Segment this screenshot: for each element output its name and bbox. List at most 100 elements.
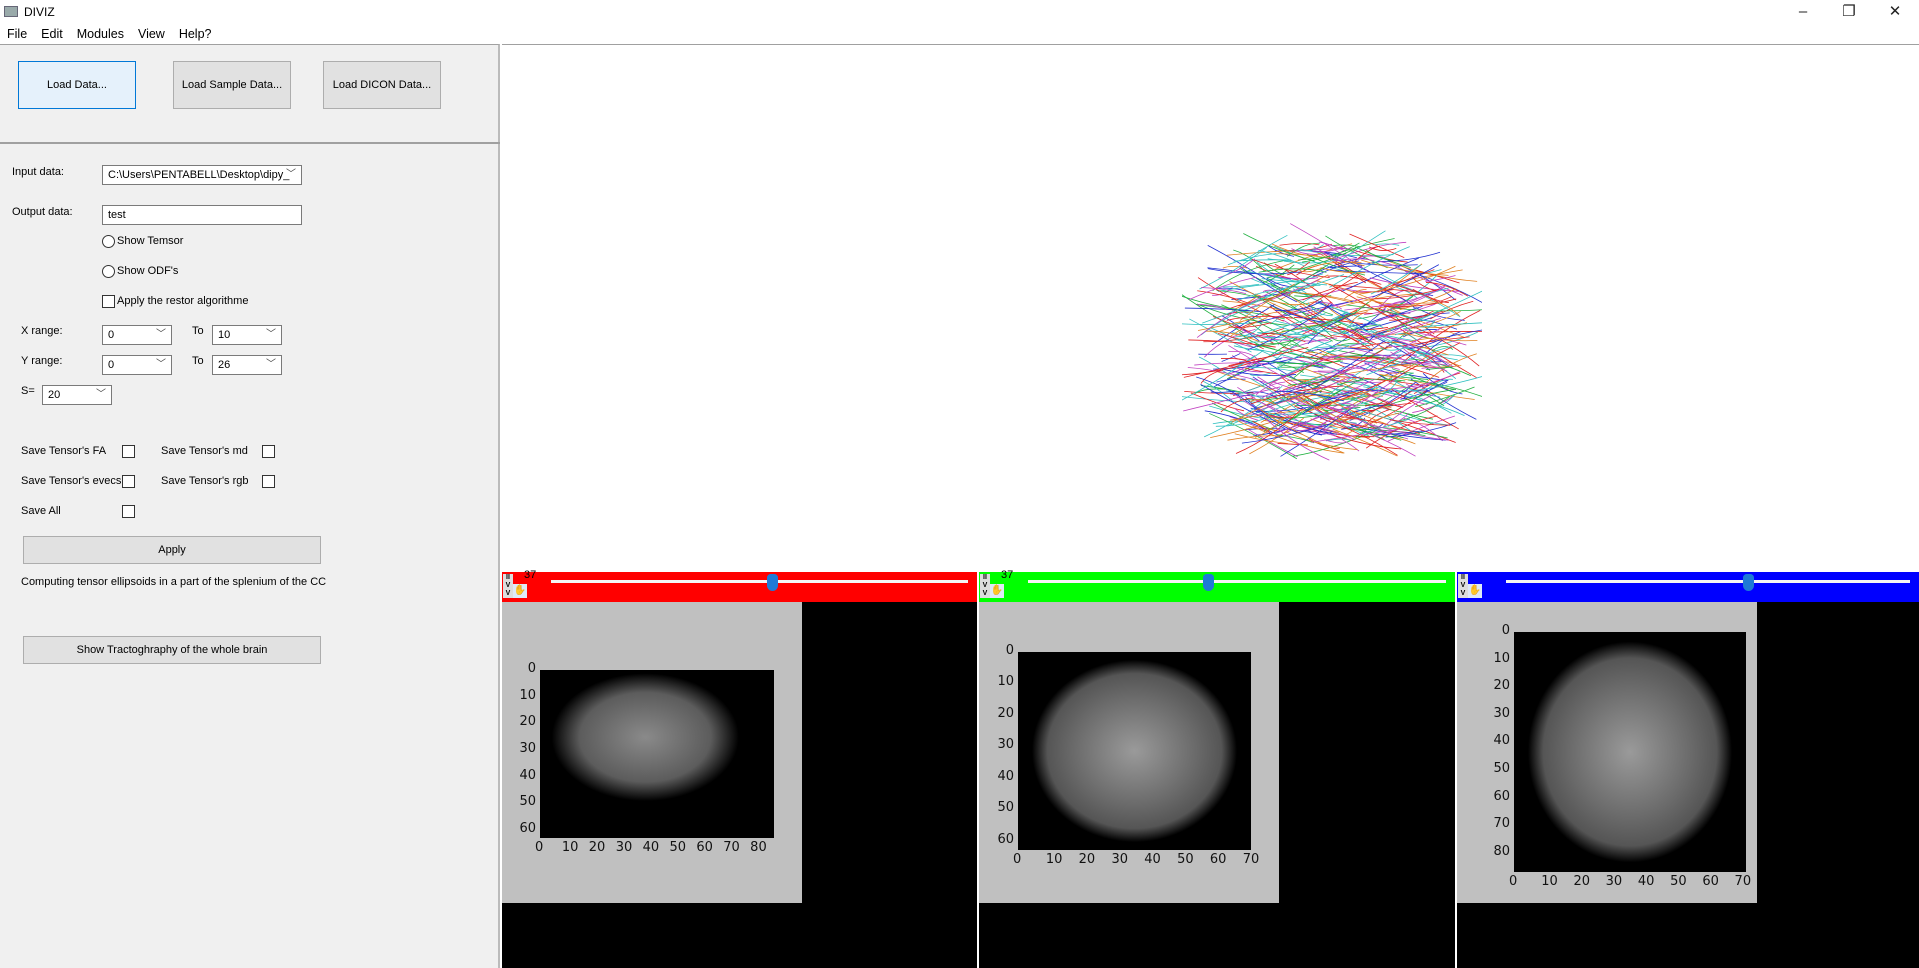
output-data-input[interactable]: test (102, 205, 302, 225)
hand-tool-icon[interactable]: ✋ (513, 584, 527, 598)
s-value: 20 (48, 389, 61, 401)
y-tick-label: 20 (997, 705, 1014, 721)
restor-checkbox[interactable] (102, 295, 115, 308)
x-to-value: 10 (218, 329, 231, 341)
show-odf-radio[interactable] (102, 265, 115, 278)
slider-thumb[interactable] (1743, 574, 1755, 591)
save-md-label: Save Tensor's md (161, 445, 248, 457)
x-tick-label: 60 (696, 840, 713, 855)
input-data-combo[interactable]: C:\Users\PENTABELL\Desktop\dipy_ ﹀ (102, 165, 302, 185)
y-tick-label: 30 (997, 737, 1014, 753)
save-all-label: Save All (21, 505, 61, 517)
hand-tool-icon[interactable]: ✋ (1468, 584, 1482, 598)
toggle-icon[interactable]: II V V (503, 574, 513, 598)
x-tick-label: 30 (615, 840, 633, 855)
x-tick-label: 50 (669, 840, 687, 855)
x-tick-label: 40 (1144, 852, 1161, 867)
y-tick-label: 70 (1493, 816, 1510, 832)
minimize-button[interactable]: – (1780, 0, 1826, 22)
save-evecs-label: Save Tensor's evecs (21, 475, 122, 487)
x-tick-label: 10 (1045, 852, 1063, 867)
fiber (1290, 343, 1315, 354)
menu-modules[interactable]: Modules (70, 24, 131, 44)
window-title: DIVIZ (24, 5, 55, 19)
y-tick-label: 60 (519, 821, 536, 836)
load-sample-data-button[interactable]: Load Sample Data... (173, 61, 291, 109)
apply-button[interactable]: Apply (23, 536, 321, 564)
x-to-combo[interactable]: 10 ﹀ (212, 325, 282, 345)
x-tick-label: 20 (588, 840, 606, 855)
menu-view[interactable]: View (131, 24, 172, 44)
x-from-combo[interactable]: 0 ﹀ (102, 325, 172, 345)
slice-value: 37 (1001, 569, 1014, 581)
y-to-combo[interactable]: 26 ﹀ (212, 355, 282, 375)
slice-slider[interactable] (1506, 580, 1910, 583)
output-data-label: Output data: (12, 206, 73, 218)
x-tick-label: 50 (1177, 852, 1194, 867)
x-to-label: To (192, 325, 204, 337)
slice-slider[interactable] (551, 580, 968, 583)
load-data-button[interactable]: Load Data... (18, 61, 136, 109)
y-tick-label: 60 (997, 831, 1014, 847)
chevron-down-icon: ﹀ (266, 359, 276, 370)
show-tractography-button[interactable]: Show Tractoghraphy of the whole brain (23, 636, 321, 664)
x-tick-label: 10 (1541, 874, 1558, 889)
save-rgb-label: Save Tensor's rgb (161, 475, 249, 487)
x-tick-label: 10 (561, 840, 579, 855)
fiber (1235, 362, 1308, 396)
restore-button[interactable]: ❐ (1826, 0, 1872, 22)
hand-tool-icon[interactable]: ✋ (990, 584, 1004, 598)
fiber (1399, 328, 1477, 379)
save-all-checkbox[interactable] (122, 505, 135, 518)
x-tick-label: 20 (1573, 874, 1590, 889)
y-from-combo[interactable]: 0 ﹀ (102, 355, 172, 375)
menu-file[interactable]: File (0, 24, 34, 44)
x-tick-label: 0 (1013, 852, 1022, 867)
toggle-icon[interactable]: II V V (980, 574, 990, 598)
y-from-value: 0 (108, 359, 115, 371)
toggle-icon[interactable]: II V V (1458, 574, 1468, 598)
fiber (1277, 443, 1308, 446)
chevron-down-icon: ﹀ (266, 329, 276, 340)
menu-help[interactable]: Help? (172, 24, 219, 44)
x-tick-label: 0 (1509, 874, 1518, 889)
s-label: S= (21, 385, 35, 397)
save-rgb-checkbox[interactable] (262, 475, 275, 488)
status-text: Computing tensor ellipsoids in a part of… (21, 576, 327, 588)
slice-slider[interactable] (1028, 580, 1446, 583)
3d-view[interactable] (502, 44, 1919, 570)
y-tick-label: 30 (1493, 705, 1510, 721)
x-tick-label: 40 (642, 840, 660, 855)
slider-thumb[interactable] (1202, 574, 1214, 591)
chevron-down-icon: ﹀ (156, 329, 166, 340)
x-from-value: 0 (108, 329, 115, 341)
save-fa-label: Save Tensor's FA (21, 445, 107, 457)
tractography-render (1182, 223, 1482, 461)
slice-bar: II V V ✋ (1457, 572, 1919, 602)
divider (0, 142, 500, 144)
y-tick-label: 10 (519, 687, 536, 703)
x-tick-label: 50 (1670, 874, 1687, 889)
y-tick-label: 0 (527, 661, 536, 676)
save-md-checkbox[interactable] (262, 445, 275, 458)
close-button[interactable]: ✕ (1872, 0, 1918, 22)
x-tick-label: 0 (535, 840, 544, 855)
menu-edit[interactable]: Edit (34, 24, 70, 44)
show-tensor-radio[interactable] (102, 235, 115, 248)
save-fa-checkbox[interactable] (122, 445, 135, 458)
y-tick-label: 10 (997, 674, 1014, 690)
save-evecs-checkbox[interactable] (122, 475, 135, 488)
fiber (1387, 260, 1478, 282)
s-combo[interactable]: 20 ﹀ (42, 385, 112, 405)
show-odf-label: Show ODF's (117, 265, 179, 277)
menu-bar: File Edit Modules View Help? (0, 24, 500, 44)
chevron-down-icon: ﹀ (286, 169, 296, 180)
x-tick-label: 30 (1111, 852, 1128, 867)
load-dicom-data-button[interactable]: Load DICON Data... (323, 61, 441, 109)
x-tick-label: 60 (1702, 874, 1719, 889)
x-tick-label: 60 (1209, 852, 1227, 867)
slice-image (1514, 632, 1746, 872)
slider-thumb[interactable] (767, 574, 778, 591)
y-tick-label: 20 (519, 714, 536, 730)
app-icon (4, 6, 18, 17)
